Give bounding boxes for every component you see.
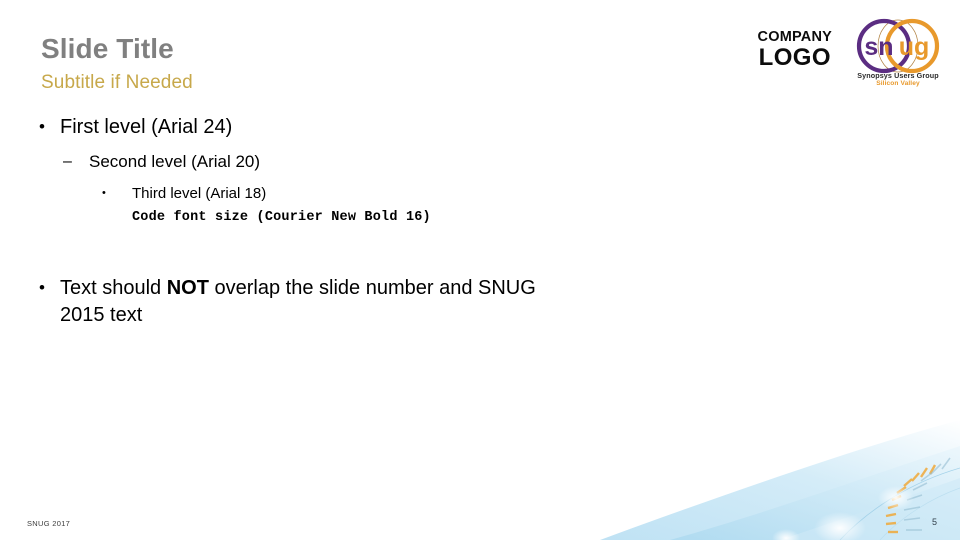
company-logo-line1: COMPANY xyxy=(757,29,832,45)
slide-title: Slide Title xyxy=(41,33,174,64)
snug-logo: sn ug Synopsys Users Group Silicon Valle… xyxy=(848,18,948,96)
bullet-level3-text: Third level (Arial 18) xyxy=(132,184,267,202)
slide-body: • First level (Arial 24) – Second level … xyxy=(34,114,634,333)
small-bullet-glyph-icon: • xyxy=(102,186,106,199)
snug-tagline-line1: Synopsys Users Group xyxy=(857,71,939,80)
svg-text:sn: sn xyxy=(864,33,893,61)
footer-copyright: SNUG 2017 xyxy=(27,519,71,528)
snug-logo-mark: sn ug xyxy=(856,18,940,74)
snug-tagline-line2: Silicon Valley xyxy=(876,80,920,88)
bullet-level3: • Third level (Arial 18) xyxy=(102,184,634,204)
company-logo-line2: LOGO xyxy=(758,43,831,71)
bullet-level2-text: Second level (Arial 20) xyxy=(89,152,261,171)
bullet-level1-first: • First level (Arial 24) xyxy=(34,114,634,141)
slide-canvas: COMPANY LOGO sn ug Synopsys Users Group … xyxy=(0,0,960,540)
overlap-text-pre: Text should xyxy=(60,277,167,300)
svg-text:ug: ug xyxy=(899,33,930,61)
company-logo: COMPANY LOGO xyxy=(758,18,832,70)
bullet-glyph-icon: • xyxy=(39,117,45,136)
bullet-level2: – Second level (Arial 20) xyxy=(63,151,634,174)
slide-subtitle: Subtitle if Needed xyxy=(41,72,193,93)
snug-logo-tagline: Synopsys Users Group Silicon Valley xyxy=(848,71,948,88)
overlap-text-strong: NOT xyxy=(166,277,209,300)
dash-bullet-icon: – xyxy=(63,153,72,170)
code-sample-text: Code font size (Courier New Bold 16) xyxy=(132,210,431,226)
bullet-level1-text: First level (Arial 24) xyxy=(60,116,233,138)
bullet-level1-second-text: Text should NOT overlap the slide number… xyxy=(60,275,580,329)
logo-area: COMPANY LOGO sn ug Synopsys Users Group … xyxy=(758,18,948,96)
bullet-level1-second: • Text should NOT overlap the slide numb… xyxy=(34,275,634,329)
decorative-swoosh xyxy=(600,420,960,540)
bullet-glyph-icon: • xyxy=(39,278,45,298)
slide-page-number: 5 xyxy=(931,517,937,527)
